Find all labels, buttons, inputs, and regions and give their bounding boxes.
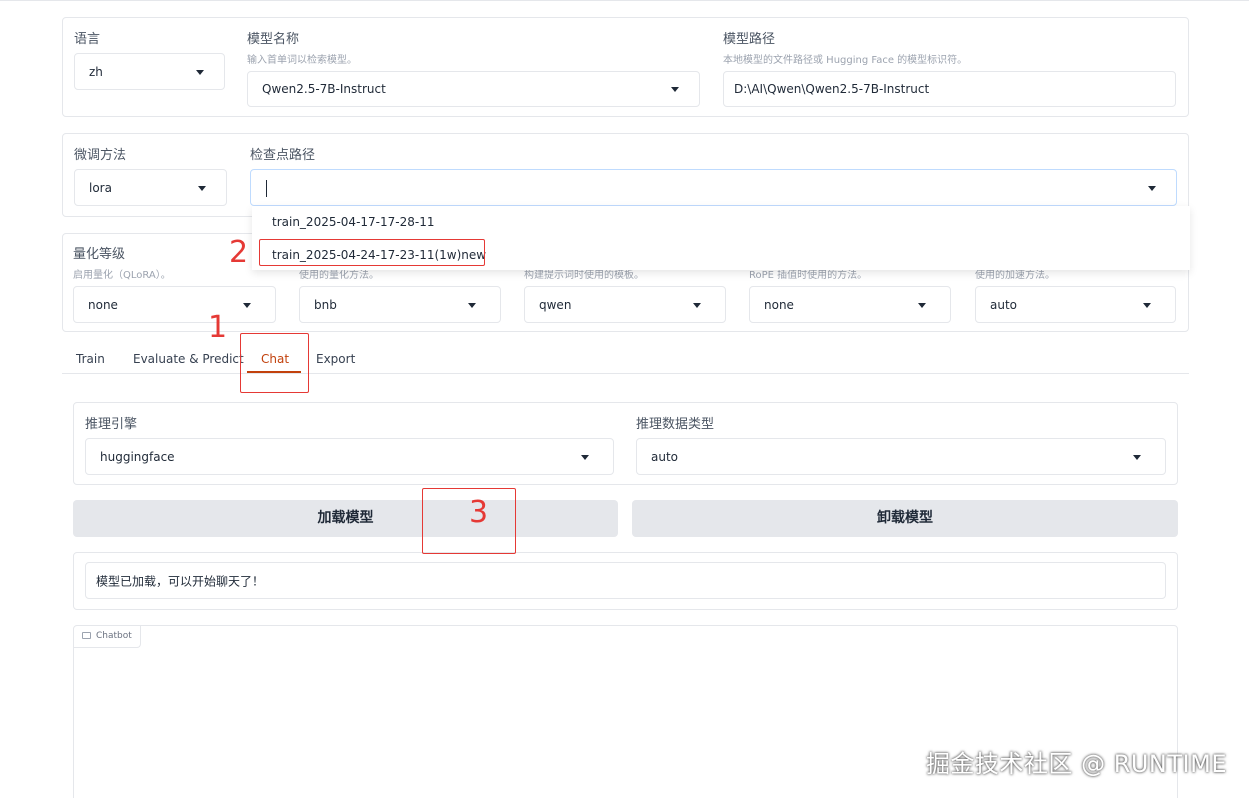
quantization-hint: 启用量化（QLoRA）。 bbox=[73, 270, 171, 281]
checkpoint-label: 检查点路径 bbox=[250, 148, 316, 163]
checkpoint-select[interactable] bbox=[250, 169, 1177, 206]
model-name-label: 模型名称 bbox=[247, 32, 300, 47]
quantization-bit-select[interactable]: none bbox=[73, 286, 276, 323]
template-select[interactable]: qwen bbox=[524, 286, 726, 323]
tab-train[interactable]: Train bbox=[76, 352, 105, 366]
chatbot-label: Chatbot bbox=[96, 631, 132, 641]
language-label: 语言 bbox=[74, 32, 101, 47]
checkpoint-option[interactable]: train_2025-04-17-17-28-11 bbox=[272, 215, 434, 229]
load-model-button[interactable]: 加载模型 bbox=[73, 500, 618, 537]
language-value: zh bbox=[89, 64, 103, 79]
text-cursor bbox=[266, 180, 267, 197]
annotation-number-1: 1 bbox=[208, 310, 228, 345]
tab-evaluate[interactable]: Evaluate & Predict bbox=[133, 352, 244, 366]
quantization-method-select[interactable]: bnb bbox=[299, 286, 501, 323]
finetune-select[interactable]: lora bbox=[74, 169, 227, 206]
infer-backend-label: 推理引擎 bbox=[85, 417, 138, 432]
model-name-value: Qwen2.5-7B-Instruct bbox=[262, 82, 386, 96]
chevron-down-icon bbox=[693, 302, 701, 308]
language-select[interactable]: zh bbox=[74, 53, 225, 90]
finetune-label: 微调方法 bbox=[74, 148, 127, 163]
model-path-label: 模型路径 bbox=[723, 32, 776, 47]
annotation-box-2 bbox=[259, 239, 485, 266]
quantization-method-value: bnb bbox=[314, 297, 337, 312]
chevron-down-icon bbox=[243, 302, 251, 308]
finetune-value: lora bbox=[89, 180, 112, 195]
infer-backend-select[interactable]: huggingface bbox=[85, 438, 614, 475]
annotation-number-3: 3 bbox=[469, 495, 489, 530]
booster-select[interactable]: auto bbox=[975, 286, 1176, 323]
infer-dtype-label: 推理数据类型 bbox=[636, 417, 715, 432]
chevron-down-icon bbox=[1143, 302, 1151, 308]
chevron-down-icon bbox=[581, 454, 589, 460]
infer-dtype-select[interactable]: auto bbox=[636, 438, 1166, 475]
chevron-down-icon bbox=[1148, 185, 1156, 191]
infer-backend-value: huggingface bbox=[100, 449, 175, 464]
watermark: 掘金技术社区 @ RUNTIME bbox=[925, 750, 1227, 778]
chevron-down-icon bbox=[1133, 454, 1141, 460]
model-name-select[interactable]: Qwen2.5-7B-Instruct bbox=[247, 71, 700, 107]
template-value: qwen bbox=[539, 297, 572, 312]
status-text: 模型已加载，可以开始聊天了！ bbox=[96, 574, 265, 588]
model-path-hint: 本地模型的文件路径或 Hugging Face 的模型标识符。 bbox=[723, 55, 968, 66]
chevron-down-icon bbox=[198, 185, 206, 191]
rope-scaling-select[interactable]: none bbox=[749, 286, 951, 323]
chevron-down-icon bbox=[671, 87, 679, 92]
quantization-bit-value: none bbox=[88, 297, 118, 312]
unload-model-button[interactable]: 卸载模型 bbox=[632, 500, 1178, 537]
chevron-down-icon bbox=[468, 302, 476, 308]
model-name-hint: 输入首单词以检索模型。 bbox=[247, 55, 357, 66]
chatbot-label-tag: Chatbot bbox=[74, 626, 141, 648]
tab-export[interactable]: Export bbox=[316, 352, 355, 366]
model-path-value: D:\AI\Qwen\Qwen2.5-7B-Instruct bbox=[734, 82, 930, 96]
rope-scaling-value: none bbox=[764, 297, 794, 312]
tab-divider bbox=[62, 373, 1189, 374]
booster-value: auto bbox=[990, 297, 1018, 312]
top-border bbox=[0, 0, 1249, 3]
chat-bubble-icon bbox=[82, 632, 91, 639]
status-box: 模型已加载，可以开始聊天了！ bbox=[85, 562, 1166, 599]
infer-dtype-value: auto bbox=[651, 449, 679, 464]
annotation-box-1 bbox=[240, 333, 309, 393]
chevron-down-icon bbox=[918, 302, 926, 308]
model-path-input[interactable]: D:\AI\Qwen\Qwen2.5-7B-Instruct bbox=[723, 71, 1176, 107]
annotation-number-2: 2 bbox=[229, 235, 249, 270]
quantization-label: 量化等级 bbox=[73, 247, 126, 262]
chevron-down-icon bbox=[196, 69, 204, 75]
